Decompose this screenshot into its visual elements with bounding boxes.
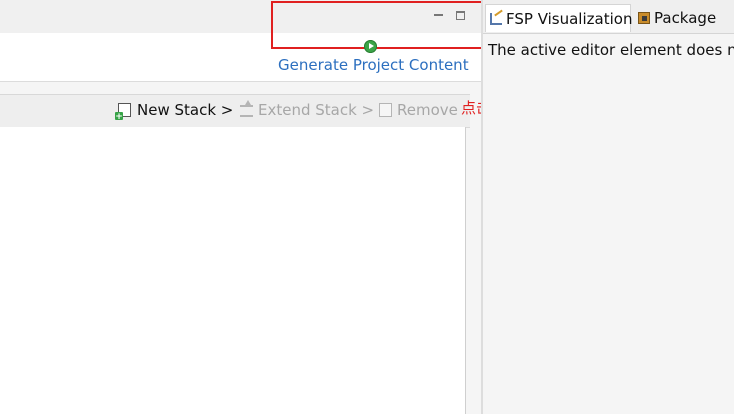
package-icon [638,12,650,24]
remove-icon [379,103,392,117]
new-stack-button[interactable]: New Stack > [137,101,233,119]
view-tabbar: FSP Visualization Package [483,0,734,34]
tab-package[interactable]: Package [634,4,716,32]
remove-button[interactable]: Remove [397,101,458,119]
stack-list[interactable] [0,127,466,414]
left-pane: Generate Project Content New Stack > Ext… [0,0,487,414]
tab-fsp-visualization[interactable]: FSP Visualization [485,4,633,32]
tab-label: Package [654,9,717,27]
extend-stack-icon [240,100,253,117]
run-icon[interactable] [364,40,377,53]
generate-project-content-link[interactable]: Generate Project Content [278,56,469,74]
highlight-box [271,1,487,49]
tab-label: FSP Visualization [506,10,633,28]
stack-toolbar: New Stack > Extend Stack > Remove [0,94,470,128]
fsp-visualization-icon [490,13,502,25]
status-message: The active editor element does no [488,41,734,59]
extend-stack-button[interactable]: Extend Stack > [258,101,374,119]
right-pane: FSP Visualization Package The active edi… [483,0,734,414]
new-stack-icon[interactable] [115,103,131,122]
